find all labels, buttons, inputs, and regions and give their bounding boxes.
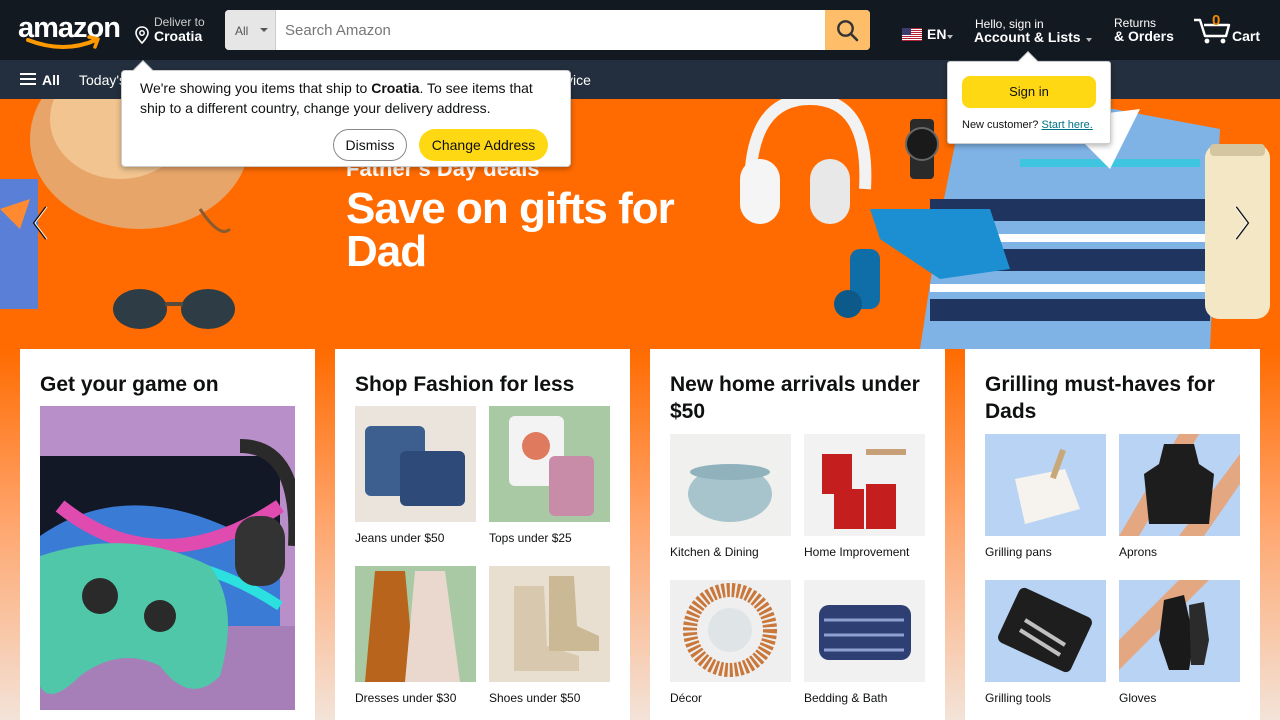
tile-decor[interactable]: Décor (670, 580, 791, 705)
caret-down-icon (260, 28, 268, 32)
amazon-logo[interactable]: amazon (16, 10, 121, 52)
tile-caption: Tops under $25 (489, 531, 572, 545)
ship-message-prefix: We're showing you items that ship to (140, 80, 372, 96)
card-fashion: Shop Fashion for less Jeans under $50 To… (335, 349, 630, 720)
card-home: New home arrivals under $50 Kitchen & Di… (650, 349, 945, 720)
tile-caption: Home Improvement (804, 545, 910, 559)
bedding-image (804, 580, 925, 682)
tile-caption: Dresses under $30 (355, 691, 457, 705)
tile-home-improvement[interactable]: Home Improvement (804, 434, 925, 559)
decor-image (670, 580, 791, 682)
hamburger-icon (20, 73, 36, 86)
tile-caption: Grilling tools (985, 691, 1052, 705)
aprons-image (1119, 434, 1240, 536)
tops-image (489, 406, 610, 522)
signin-popover: Sign in New customer? Start here. (947, 51, 1111, 144)
dismiss-button[interactable]: Dismiss (333, 129, 407, 161)
search-bar: All (225, 10, 870, 50)
orders-label: & Orders (1114, 28, 1174, 44)
change-address-button[interactable]: Change Address (419, 129, 548, 161)
top-nav: amazon Deliver to Croatia All EN (0, 0, 1280, 60)
smile-arrow-icon (26, 35, 100, 49)
us-flag-icon (902, 28, 922, 41)
new-customer-label: New customer? (962, 119, 1039, 131)
tile-kitchen-dining[interactable]: Kitchen & Dining (670, 434, 791, 559)
new-customer-text: New customer? Start here. (962, 119, 1093, 131)
tile-tops[interactable]: Tops under $25 (489, 406, 610, 545)
account-lists[interactable]: Hello, sign in Account & Lists (974, 16, 1099, 48)
kitchen-image (670, 434, 791, 536)
tile-grilling-tools[interactable]: Grilling tools (985, 580, 1106, 705)
tile-caption: Bedding & Bath (804, 691, 888, 705)
cart-label: Cart (1232, 28, 1261, 44)
tile-caption: Gloves (1119, 691, 1157, 705)
card-title[interactable]: Get your game on (40, 371, 300, 398)
sign-in-button[interactable]: Sign in (962, 76, 1096, 108)
tile-caption: Shoes under $50 (489, 691, 581, 705)
tile-bedding-bath[interactable]: Bedding & Bath (804, 580, 925, 705)
tile-aprons[interactable]: Aprons (1119, 434, 1240, 559)
hero-banner: Father's Day deals Save on gifts for Dad… (0, 99, 1280, 720)
tile-shoes[interactable]: Shoes under $50 (489, 566, 610, 705)
search-category-label: All (235, 24, 249, 38)
account-label: Account & Lists (974, 29, 1081, 45)
jeans-image (355, 406, 476, 522)
tile-caption: Jeans under $50 (355, 531, 445, 545)
deliver-country: Croatia (154, 28, 203, 44)
cart-count: 0 (1212, 12, 1221, 29)
gaming-image[interactable] (40, 406, 295, 710)
card-gaming: Get your game on (20, 349, 315, 720)
start-here-link[interactable]: Start here. (1041, 119, 1092, 131)
hero-title[interactable]: Save on gifts for Dad (346, 187, 676, 274)
caret-down-icon (1086, 38, 1092, 42)
search-icon (837, 20, 859, 42)
chevron-left-icon[interactable] (26, 199, 54, 247)
subnav-item-todays-deals[interactable]: Today's (79, 72, 126, 88)
grilling-tools-image (985, 580, 1106, 682)
tile-caption: Kitchen & Dining (670, 545, 759, 559)
card-grilling: Grilling must-haves for Dads Grilling pa… (965, 349, 1260, 720)
ship-message: We're showing you items that ship to Cro… (140, 78, 550, 118)
search-button[interactable] (825, 10, 870, 50)
card-title[interactable]: Shop Fashion for less (355, 371, 615, 398)
location-pin-icon (135, 26, 149, 44)
cart-button[interactable]: 0 Cart (1192, 10, 1272, 50)
deliver-to[interactable]: Deliver to Croatia (134, 14, 214, 46)
tile-gloves[interactable]: Gloves (1119, 580, 1240, 705)
card-title[interactable]: Grilling must-haves for Dads (985, 371, 1245, 425)
search-input[interactable] (277, 10, 825, 50)
gloves-image (1119, 580, 1240, 682)
tile-dresses[interactable]: Dresses under $30 (355, 566, 476, 705)
ship-to-popover: We're showing you items that ship to Cro… (121, 60, 571, 167)
language-code: EN (927, 26, 947, 42)
tile-caption: Aprons (1119, 545, 1158, 559)
chevron-right-icon[interactable] (1228, 199, 1256, 247)
home-improvement-image (804, 434, 925, 536)
shoes-image (489, 566, 610, 682)
tile-caption: Décor (670, 691, 703, 705)
all-label: All (42, 72, 60, 88)
tile-caption: Grilling pans (985, 545, 1052, 559)
card-title[interactable]: New home arrivals under $50 (670, 371, 930, 425)
dresses-image (355, 566, 476, 682)
ship-country: Croatia (371, 80, 420, 96)
tile-jeans[interactable]: Jeans under $50 (355, 406, 476, 545)
caret-down-icon (947, 35, 953, 39)
tile-grilling-pans[interactable]: Grilling pans (985, 434, 1106, 559)
search-category-select[interactable]: All (225, 10, 276, 50)
grilling-pans-image (985, 434, 1106, 536)
deliver-label: Deliver to (154, 15, 205, 29)
